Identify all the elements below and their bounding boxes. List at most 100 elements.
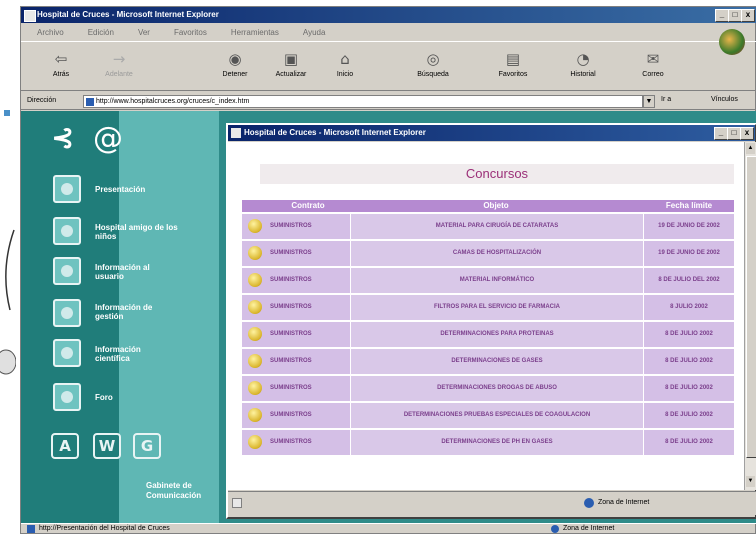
cell-objeto[interactable]: DETERMINACIONES DE PH EN GASES (350, 430, 644, 455)
sidebar-item-hospital-amigo[interactable]: Hospital amigo de los niños (95, 223, 181, 241)
menu-ayuda[interactable]: Ayuda (303, 28, 326, 37)
table-row[interactable]: SUMINISTROS MATERIAL INFORMÁTICO 8 DE JU… (242, 268, 734, 295)
status-page-icon (27, 525, 35, 533)
close-button[interactable]: x (741, 9, 755, 22)
gabinete-comunicacion-link[interactable]: Gabinete de Comunicación (146, 481, 214, 501)
table-row[interactable]: SUMINISTROS DETERMINACIONES DROGAS DE AB… (242, 376, 734, 403)
table-row[interactable]: SUMINISTROS DETERMINACIONES PARA PROTEIN… (242, 322, 734, 349)
scroll-thumb[interactable] (746, 156, 756, 458)
favorites-label: Favoritos (498, 71, 528, 78)
informacion-cientifica-icon[interactable] (53, 339, 81, 367)
cell-contrato: SUMINISTROS (270, 385, 312, 391)
popup-zone-label: Zona de Internet (598, 499, 650, 506)
cell-contrato: SUMINISTROS (270, 250, 312, 256)
presentacion-icon[interactable] (53, 175, 81, 203)
refresh-label: Actualizar (275, 71, 307, 78)
table-row[interactable]: SUMINISTROS DETERMINACIONES DE PH EN GAS… (242, 430, 734, 457)
sidebar-item-informacion-usuario[interactable]: Información al usuario (95, 263, 165, 281)
home-button[interactable]: ⌂ Inicio (321, 50, 369, 78)
badge-g-icon[interactable]: G (133, 433, 161, 459)
history-button[interactable]: ◔ Historial (559, 50, 607, 78)
table-row[interactable]: SUMINISTROS FILTROS PARA EL SERVICIO DE … (242, 295, 734, 322)
bullet-icon (248, 435, 262, 449)
history-label: Historial (570, 71, 596, 78)
cell-objeto[interactable]: FILTROS PARA EL SERVICIO DE FARMACIA (350, 295, 644, 320)
page-status-icon (232, 498, 242, 508)
sidebar-item-informacion-gestion[interactable]: Información de gestión (95, 303, 165, 321)
search-button[interactable]: ◎ Búsqueda (409, 50, 457, 78)
popup-scrollbar[interactable]: ▲ ▼ (744, 142, 756, 490)
bullet-icon (248, 246, 262, 260)
badge-a-icon[interactable]: A (51, 433, 79, 459)
cell-fecha: 8 DE JULIO DEL 2002 (658, 277, 720, 283)
go-button[interactable]: Ir a (661, 96, 671, 103)
sidebar-item-foro[interactable]: Foro (95, 393, 155, 402)
menu-bar: Archivo Edición Ver Favoritos Herramientas Ay… (21, 24, 756, 40)
status-text: http://Presentación del Hospital de Cruc… (39, 525, 170, 532)
favorites-button[interactable]: ▤ Favoritos (489, 50, 537, 78)
cell-objeto[interactable]: DETERMINACIONES PARA PROTEINAS (350, 322, 644, 347)
informacion-usuario-icon[interactable] (53, 257, 81, 285)
back-label: Atrás (52, 71, 70, 78)
cell-contrato: SUMINISTROS (270, 304, 312, 310)
popup-window: Hospital de Cruces - Microsoft Internet … (226, 123, 756, 519)
cell-contrato: SUMINISTROS (270, 331, 312, 337)
status-zone: Zona de Internet (563, 525, 615, 532)
scroll-up-icon[interactable]: ▲ (746, 143, 755, 154)
cell-contrato: SUMINISTROS (270, 223, 312, 229)
bullet-icon (248, 408, 262, 422)
forward-button[interactable]: → Adelante (95, 50, 143, 78)
table-row[interactable]: SUMINISTROS MATERIAL PARA CIRUGÍA DE CAT… (242, 214, 734, 241)
mail-button[interactable]: ✉ Correo (629, 50, 677, 78)
sidebar-item-presentacion[interactable]: Presentación (95, 185, 205, 194)
popup-maximize-button[interactable]: □ (727, 127, 741, 140)
cell-objeto[interactable]: DETERMINACIONES DE GASES (350, 349, 644, 374)
home-icon: ⌂ (340, 50, 350, 68)
cell-objeto[interactable]: MATERIAL INFORMÁTICO (350, 268, 644, 293)
column-contrato: Contrato (291, 201, 325, 210)
popup-minimize-button[interactable]: _ (714, 127, 728, 140)
table-row[interactable]: SUMINISTROS CAMAS DE HOSPITALIZACIÓN 19 … (242, 241, 734, 268)
menu-edicion[interactable]: Edición (88, 28, 114, 37)
maximize-button[interactable]: □ (728, 9, 742, 22)
forward-arrow-icon: → (112, 50, 126, 68)
table-row[interactable]: SUMINISTROS DETERMINACIONES PRUEBAS ESPE… (242, 403, 734, 430)
sidebar-item-informacion-cientifica[interactable]: Información científica (95, 345, 175, 363)
ie-logo-icon (719, 29, 745, 55)
back-arrow-icon: ⇦ (54, 50, 68, 68)
cell-contrato: SUMINISTROS (270, 358, 312, 364)
address-bar: Dirección http://www.hospitalcruces.org/… (21, 93, 756, 110)
zone-icon (551, 525, 559, 533)
menu-favoritos[interactable]: Favoritos (174, 28, 207, 37)
hospital-amigo-icon[interactable] (53, 217, 81, 245)
stop-button[interactable]: ◉ Detener (211, 50, 259, 78)
cell-contrato: SUMINISTROS (270, 277, 312, 283)
address-dropdown-icon[interactable]: ▼ (643, 95, 655, 108)
menu-herramientas[interactable]: Herramientas (231, 28, 279, 37)
cell-objeto[interactable]: MATERIAL PARA CIRUGÍA DE CATARATAS (350, 214, 644, 239)
internet-zone-icon (584, 498, 594, 508)
foro-icon[interactable] (53, 383, 81, 411)
badge-w-icon[interactable]: W (93, 433, 121, 459)
menu-ver[interactable]: Ver (138, 28, 150, 37)
informacion-gestion-icon[interactable] (53, 299, 81, 327)
bullet-icon (248, 381, 262, 395)
table-row[interactable]: SUMINISTROS DETERMINACIONES DE GASES 8 D… (242, 349, 734, 376)
scroll-down-icon[interactable]: ▼ (746, 476, 755, 487)
hospital-logo-icon: ⊰ (51, 121, 75, 154)
links-button[interactable]: Vínculos (711, 96, 738, 103)
popup-close-button[interactable]: x (740, 127, 754, 140)
forward-label: Adelante (105, 71, 133, 78)
window-title: Hospital de Cruces - Microsoft Internet … (37, 10, 219, 19)
refresh-icon: ▣ (283, 50, 299, 68)
browser-window: Hospital de Cruces - Microsoft Internet … (20, 6, 756, 534)
minimize-button[interactable]: _ (715, 9, 729, 22)
menu-archivo[interactable]: Archivo (37, 28, 64, 37)
cell-objeto[interactable]: DETERMINACIONES PRUEBAS ESPECIALES DE CO… (350, 403, 644, 428)
email-at-icon[interactable]: @ (93, 123, 127, 157)
address-input[interactable]: http://www.hospitalcruces.org/cruces/c_i… (83, 95, 643, 108)
cell-objeto[interactable]: DETERMINACIONES DROGAS DE ABUSO (350, 376, 644, 401)
refresh-button[interactable]: ▣ Actualizar (267, 50, 315, 78)
back-button[interactable]: ⇦ Atrás (37, 50, 85, 78)
cell-objeto[interactable]: CAMAS DE HOSPITALIZACIÓN (350, 241, 644, 266)
